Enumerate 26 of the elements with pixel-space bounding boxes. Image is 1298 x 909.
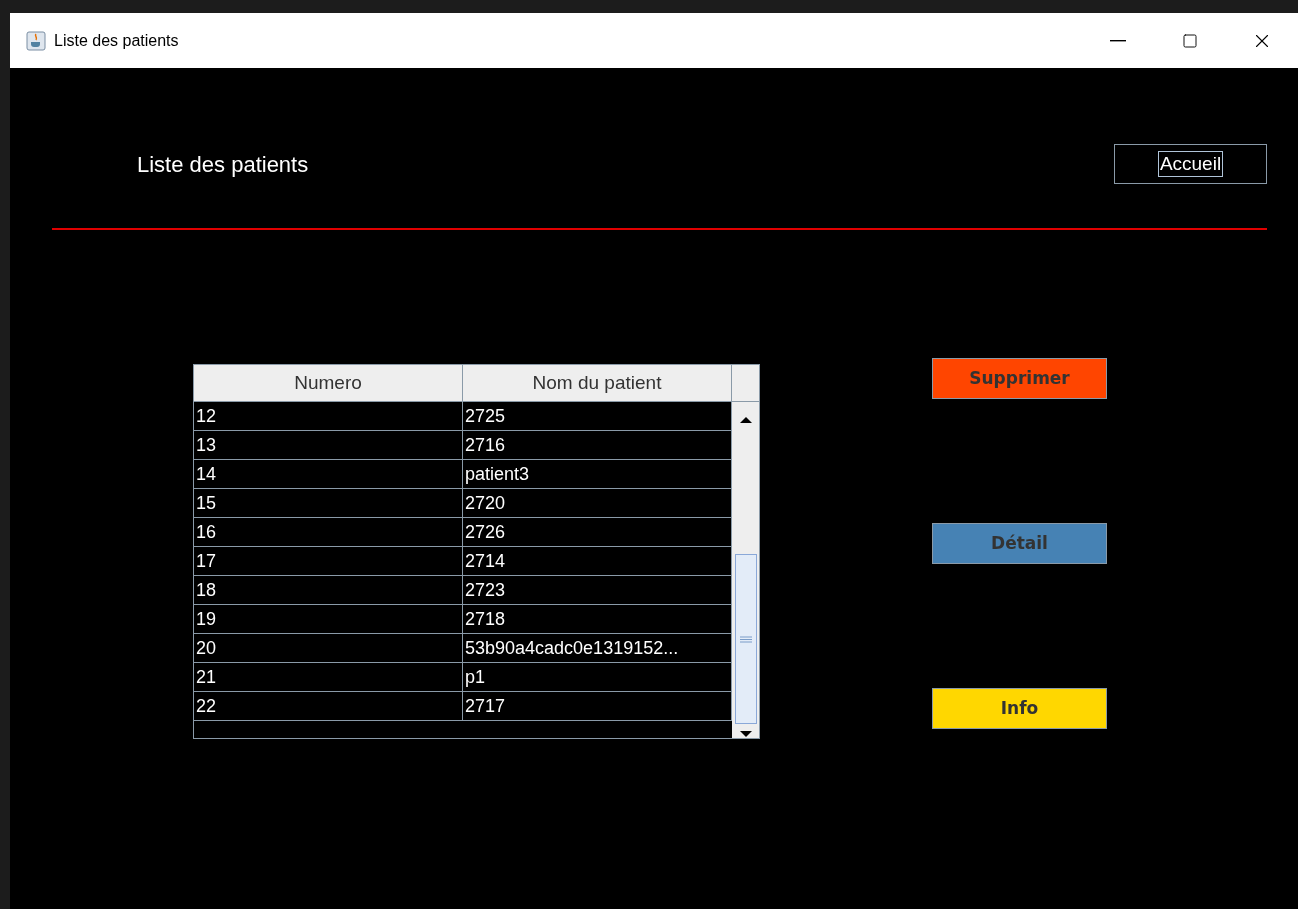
scroll-thumb[interactable] — [734, 554, 757, 724]
page-heading: Liste des patients — [137, 150, 309, 179]
action-button[interactable]: Supprimer — [932, 358, 1107, 399]
table-cell: 20 — [194, 634, 463, 662]
table-cell: 16 — [194, 518, 463, 546]
home-button[interactable]: Accueil — [1114, 144, 1267, 184]
table-cell: 22 — [194, 692, 463, 720]
scroll-up-icon[interactable] — [738, 416, 753, 424]
action-button[interactable]: Info — [932, 688, 1107, 729]
table-cell: 13 — [194, 431, 463, 459]
scroll-down-icon[interactable] — [738, 730, 753, 738]
table-cell: 17 — [194, 547, 463, 575]
table-cell: 19 — [194, 605, 463, 633]
table-cell: 21 — [194, 663, 463, 691]
table-cell: 15 — [194, 489, 463, 517]
table-cell: 18 — [194, 576, 463, 604]
java-cup-icon — [26, 30, 46, 51]
table-cell: 14 — [194, 460, 463, 488]
window-title: Liste des patients — [54, 30, 179, 51]
minimize-icon — [1110, 39, 1126, 42]
maximize-icon — [1182, 32, 1198, 49]
table-cell: 12 — [194, 402, 463, 430]
column-header[interactable]: Nom du patient — [463, 365, 732, 401]
scrollbar[interactable] — [732, 402, 759, 738]
grip-icon — [739, 635, 752, 643]
column-header[interactable]: Numero — [194, 365, 463, 401]
